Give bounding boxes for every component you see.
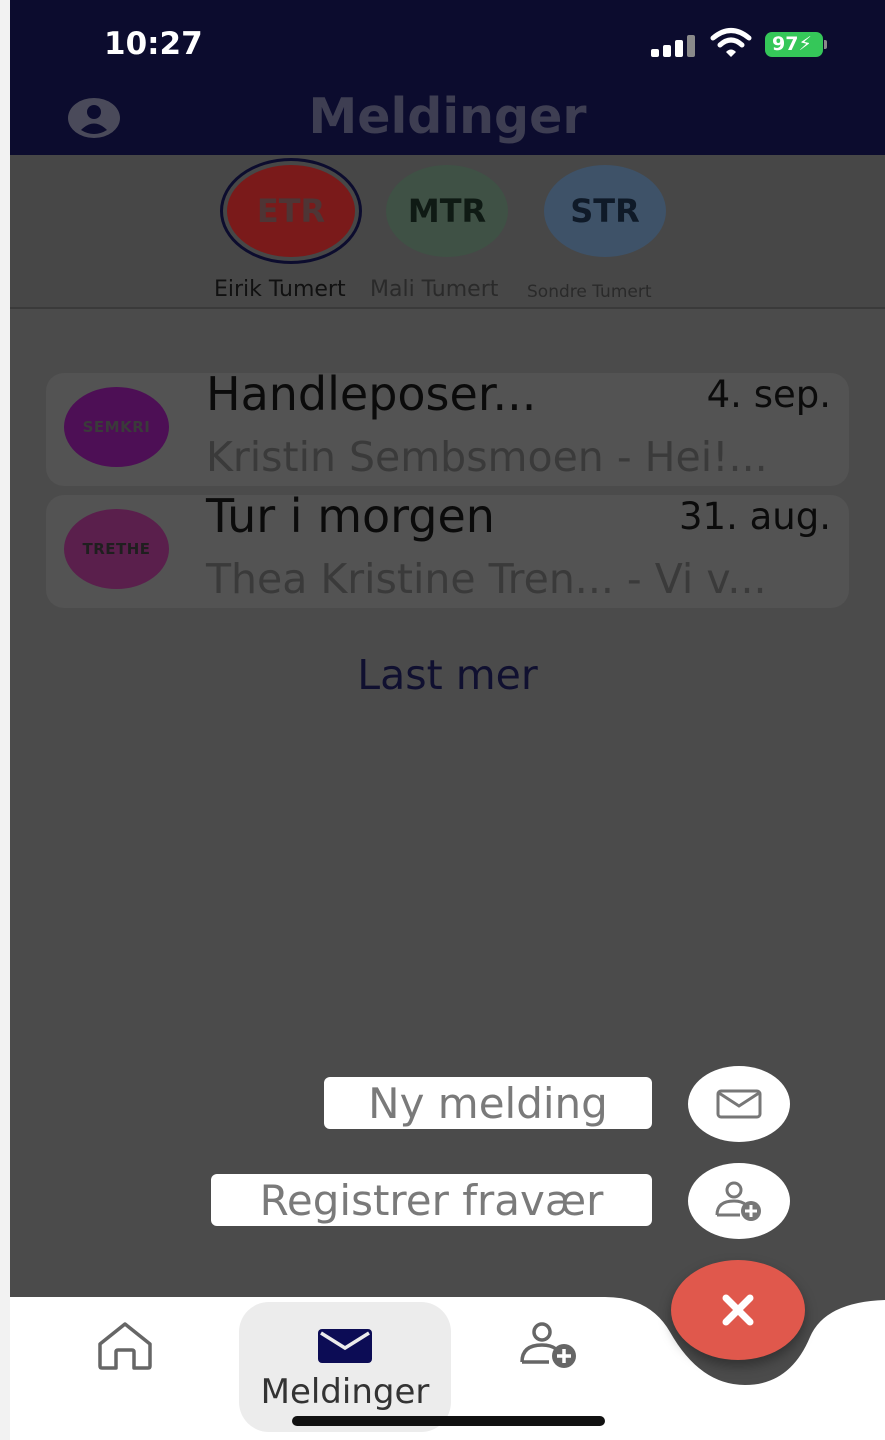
person-add-icon[interactable] — [518, 1322, 580, 1368]
close-fab-button[interactable] — [671, 1260, 805, 1360]
tab-messages-label: Meldinger — [260, 1372, 430, 1412]
child-name: Sondre Tumert — [527, 282, 652, 302]
left-edge — [0, 0, 10, 1440]
mail-icon — [318, 1329, 372, 1363]
home-icon[interactable] — [90, 1320, 160, 1372]
person-add-icon — [715, 1181, 761, 1221]
battery-cap — [824, 40, 827, 49]
child-mtr[interactable]: MTR Mali Tumert — [370, 165, 508, 305]
child-selector: ETR Eirik Tumert MTR Mali Tumert STR Son… — [10, 155, 885, 309]
new-message-button[interactable] — [688, 1066, 790, 1142]
tab-messages[interactable] — [239, 1302, 451, 1432]
home-indicator — [292, 1416, 605, 1426]
child-str[interactable]: STR Sondre Tumert — [527, 165, 666, 305]
sender-avatar: SEMKRI — [64, 387, 169, 467]
cellular-signal-icon — [651, 33, 697, 57]
message-preview: Thea Kristine Tren... - Vi v... — [206, 555, 767, 603]
child-name: Mali Tumert — [370, 277, 499, 302]
load-more-button[interactable]: Last mer — [10, 651, 885, 699]
app-screen: 10:27 97⚡ Meldinger ETR Eirik Tumert MTR… — [10, 0, 885, 1440]
message-date: 31. aug. — [679, 495, 831, 538]
child-name: Eirik Tumert — [214, 277, 346, 302]
mail-outline-icon — [716, 1089, 762, 1119]
message-preview: Kristin Sembsmoen - Hei!... — [206, 433, 768, 481]
app-header: 10:27 97⚡ Meldinger — [10, 0, 885, 155]
register-absence-button[interactable] — [688, 1163, 790, 1239]
child-avatar: ETR — [227, 165, 355, 257]
register-absence-label[interactable]: Registrer fravær — [211, 1174, 652, 1226]
battery-indicator: 97⚡ — [765, 32, 823, 57]
status-time: 10:27 — [104, 26, 203, 62]
child-avatar: MTR — [386, 165, 508, 257]
message-item[interactable]: SEMKRI Handleposer... 4. sep. Kristin Se… — [46, 367, 849, 486]
message-item[interactable]: TRETHE Tur i morgen 31. aug. Thea Kristi… — [46, 489, 849, 608]
wifi-icon — [710, 28, 752, 57]
message-title: Handleposer... — [206, 367, 537, 421]
message-title: Tur i morgen — [206, 489, 495, 543]
child-avatar: STR — [544, 165, 666, 257]
new-message-label[interactable]: Ny melding — [324, 1077, 652, 1129]
message-date: 4. sep. — [706, 373, 831, 416]
page-title: Meldinger — [308, 88, 587, 145]
sender-avatar: TRETHE — [64, 509, 169, 589]
close-icon — [722, 1294, 754, 1326]
child-etr[interactable]: ETR Eirik Tumert — [214, 158, 365, 305]
